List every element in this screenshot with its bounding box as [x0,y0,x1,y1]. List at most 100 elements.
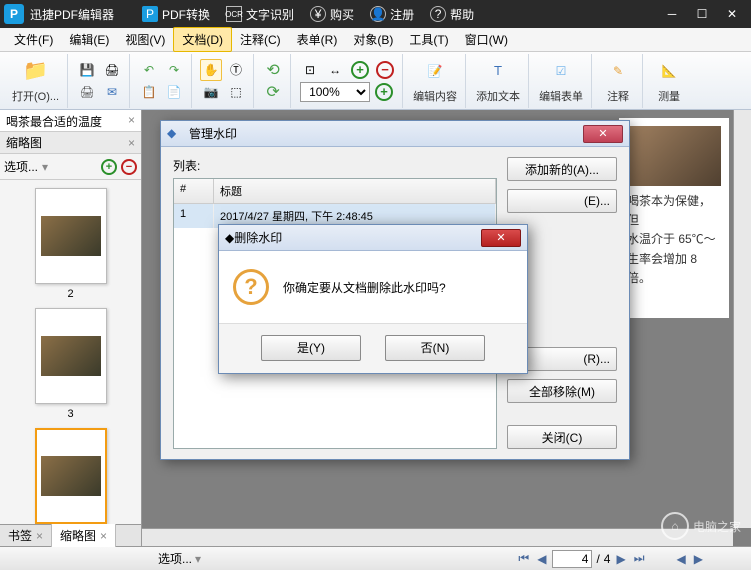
add-text-icon: Ｔ [482,58,514,84]
edit-form-icon: ☑ [545,58,577,84]
menu-bar: 文件(F) 编辑(E) 视图(V) 文档(D) 注释(C) 表单(R) 对象(B… [0,28,751,52]
question-icon: ? [233,269,269,305]
thumb-zoom-out-icon[interactable]: − [121,159,137,175]
redo-icon[interactable]: ↷ [163,59,185,81]
confirm-message: 你确定要从文档删除此水印吗? [283,279,446,296]
copy-icon[interactable]: 📋 [138,81,160,103]
remove-all-button[interactable]: 全部移除(M) [507,379,617,403]
confirm-close-button[interactable]: ✕ [481,229,521,247]
document-tab[interactable]: 喝茶最合适的温度 × [0,110,141,132]
menu-view[interactable]: 视图(V) [117,28,173,51]
window-minimize-button[interactable]: ─ [657,0,687,28]
zoom-in-icon[interactable]: + [349,59,371,81]
confirm-titlebar[interactable]: ◆ 删除水印 ✕ [219,225,527,251]
menu-tools[interactable]: 工具(T) [401,28,456,51]
printer-icon[interactable]: 🖨 [76,81,98,103]
thumbnails-options-bar: 选项... ▾ + − [0,154,141,180]
first-page-button[interactable]: ⏮ [516,551,531,566]
page-content-preview: 喝茶本为保健，但 水温介于 65℃～ 生率会增加 8 倍。 [619,118,729,318]
ribbon-annotate[interactable]: ✎ 注释 [594,54,643,108]
measure-icon: 📐 [653,58,685,84]
menu-file[interactable]: 文件(F) [6,28,61,51]
ribbon-zoom-group: ⊡ ↔ + − 100% + [293,54,403,108]
thumb-zoom-in-icon[interactable]: + [101,159,117,175]
rotate-cw-icon[interactable]: ⟳ [262,81,284,103]
house-icon: ⌂ [661,512,689,540]
top-register[interactable]: 👤注册 [370,6,414,23]
zoom-select[interactable]: 100% [300,82,370,102]
next-page-button[interactable]: ▶ [614,552,627,566]
menu-document[interactable]: 文档(D) [173,27,232,52]
status-options[interactable]: 选项... ▾ [158,550,201,567]
top-buy[interactable]: ¥购买 [310,6,354,23]
open-label: 打开(O)... [12,88,59,104]
zoom-out-icon[interactable]: − [374,59,396,81]
menu-window[interactable]: 窗口(W) [457,28,516,51]
undo-icon[interactable]: ↶ [138,59,160,81]
dialog-titlebar[interactable]: ◆ 管理水印 ✕ [161,121,629,147]
tab-thumbnails[interactable]: 缩略图× [52,524,116,547]
column-number[interactable]: # [174,179,214,203]
fit-width-icon[interactable]: ↔ [324,59,346,81]
user-icon: 👤 [370,6,386,22]
last-page-button[interactable]: ⏭ [632,551,647,566]
ribbon-measure[interactable]: 📐 测量 [645,54,693,108]
select-icon[interactable]: ⬚ [225,81,247,103]
yen-icon: ¥ [310,6,326,22]
ribbon-edit-content[interactable]: 📝 编辑内容 [405,54,466,108]
thumbnail-page-4[interactable]: 4 [26,428,116,524]
hand-tool-icon[interactable]: ✋ [200,59,222,81]
open-icon[interactable]: 📁 [20,58,52,84]
top-pdf-convert[interactable]: PPDF转换 [142,6,210,23]
page-total: 4 [604,552,611,566]
dialog-title-text: 管理水印 [189,125,237,142]
no-button[interactable]: 否(N) [385,335,485,361]
thumbnails-list[interactable]: 2 3 4 [0,180,141,524]
ribbon-edit-form[interactable]: ☑ 编辑表单 [531,54,592,108]
menu-object[interactable]: 对象(B) [345,28,401,51]
thumbnail-page-2[interactable]: 2 [26,188,116,300]
panel-close-icon[interactable]: × [128,136,135,150]
ribbon-add-text[interactable]: Ｔ 添加文本 [468,54,529,108]
save-icon[interactable]: 💾 [76,59,98,81]
yes-button[interactable]: 是(Y) [261,335,361,361]
column-title[interactable]: 标题 [214,179,496,203]
top-ocr[interactable]: OCR文字识别 [226,6,294,23]
delete-watermark-confirm-dialog: ◆ 删除水印 ✕ ? 你确定要从文档删除此水印吗? 是(Y) 否(N) [218,224,528,374]
horizontal-scrollbar[interactable] [142,528,733,546]
nav-forward-button[interactable]: ▶ [692,552,705,566]
window-maximize-button[interactable]: ☐ [687,0,717,28]
menu-edit[interactable]: 编辑(E) [61,28,117,51]
close-button[interactable]: 关闭(C) [507,425,617,449]
zoom-plus-icon[interactable]: + [373,81,395,103]
thumbnails-panel-header: 缩略图 × [0,132,141,154]
page-image [627,126,721,186]
status-bar: 选项... ▾ ⏮ ◀ / 4 ▶ ⏭ ◀ ▶ [0,546,751,570]
page-number-input[interactable] [552,550,592,568]
sidebar-tabs: 书签× 缩略图× [0,524,141,546]
site-watermark: ⌂ 电脑之家 [661,512,741,540]
window-close-button[interactable]: ✕ [717,0,747,28]
edit-button[interactable]: (E)... [507,189,617,213]
top-help[interactable]: ?帮助 [430,6,474,23]
mail-icon[interactable]: ✉ [101,81,123,103]
tab-bookmarks[interactable]: 书签× [0,524,52,547]
thumbnail-page-3[interactable]: 3 [26,308,116,420]
rotate-ccw-icon[interactable]: ⟲ [262,59,284,81]
snapshot-icon[interactable]: 📷 [200,81,222,103]
dialog-close-button[interactable]: ✕ [583,125,623,143]
fit-page-icon[interactable]: ⊡ [299,59,321,81]
edit-content-icon: 📝 [419,58,451,84]
print-icon[interactable]: 🖨 [101,59,123,81]
vertical-scrollbar[interactable] [733,110,751,528]
paste-icon[interactable]: 📄 [163,81,185,103]
thumb-options-button[interactable]: 选项... [4,158,38,175]
add-new-button[interactable]: 添加新的(A)... [507,157,617,181]
menu-form[interactable]: 表单(R) [289,28,346,51]
dialog-icon: ◆ [167,126,183,142]
prev-page-button[interactable]: ◀ [535,552,548,566]
ribbon-toolbar: 📁 打开(O)... 💾 🖨 🖨 ✉ ↶ ↷ 📋 📄 ✋ Ⓣ 📷 ⬚ [0,52,751,110]
nav-back-button[interactable]: ◀ [675,552,688,566]
text-select-icon[interactable]: Ⓣ [225,59,247,81]
menu-comment[interactable]: 注释(C) [232,28,289,51]
